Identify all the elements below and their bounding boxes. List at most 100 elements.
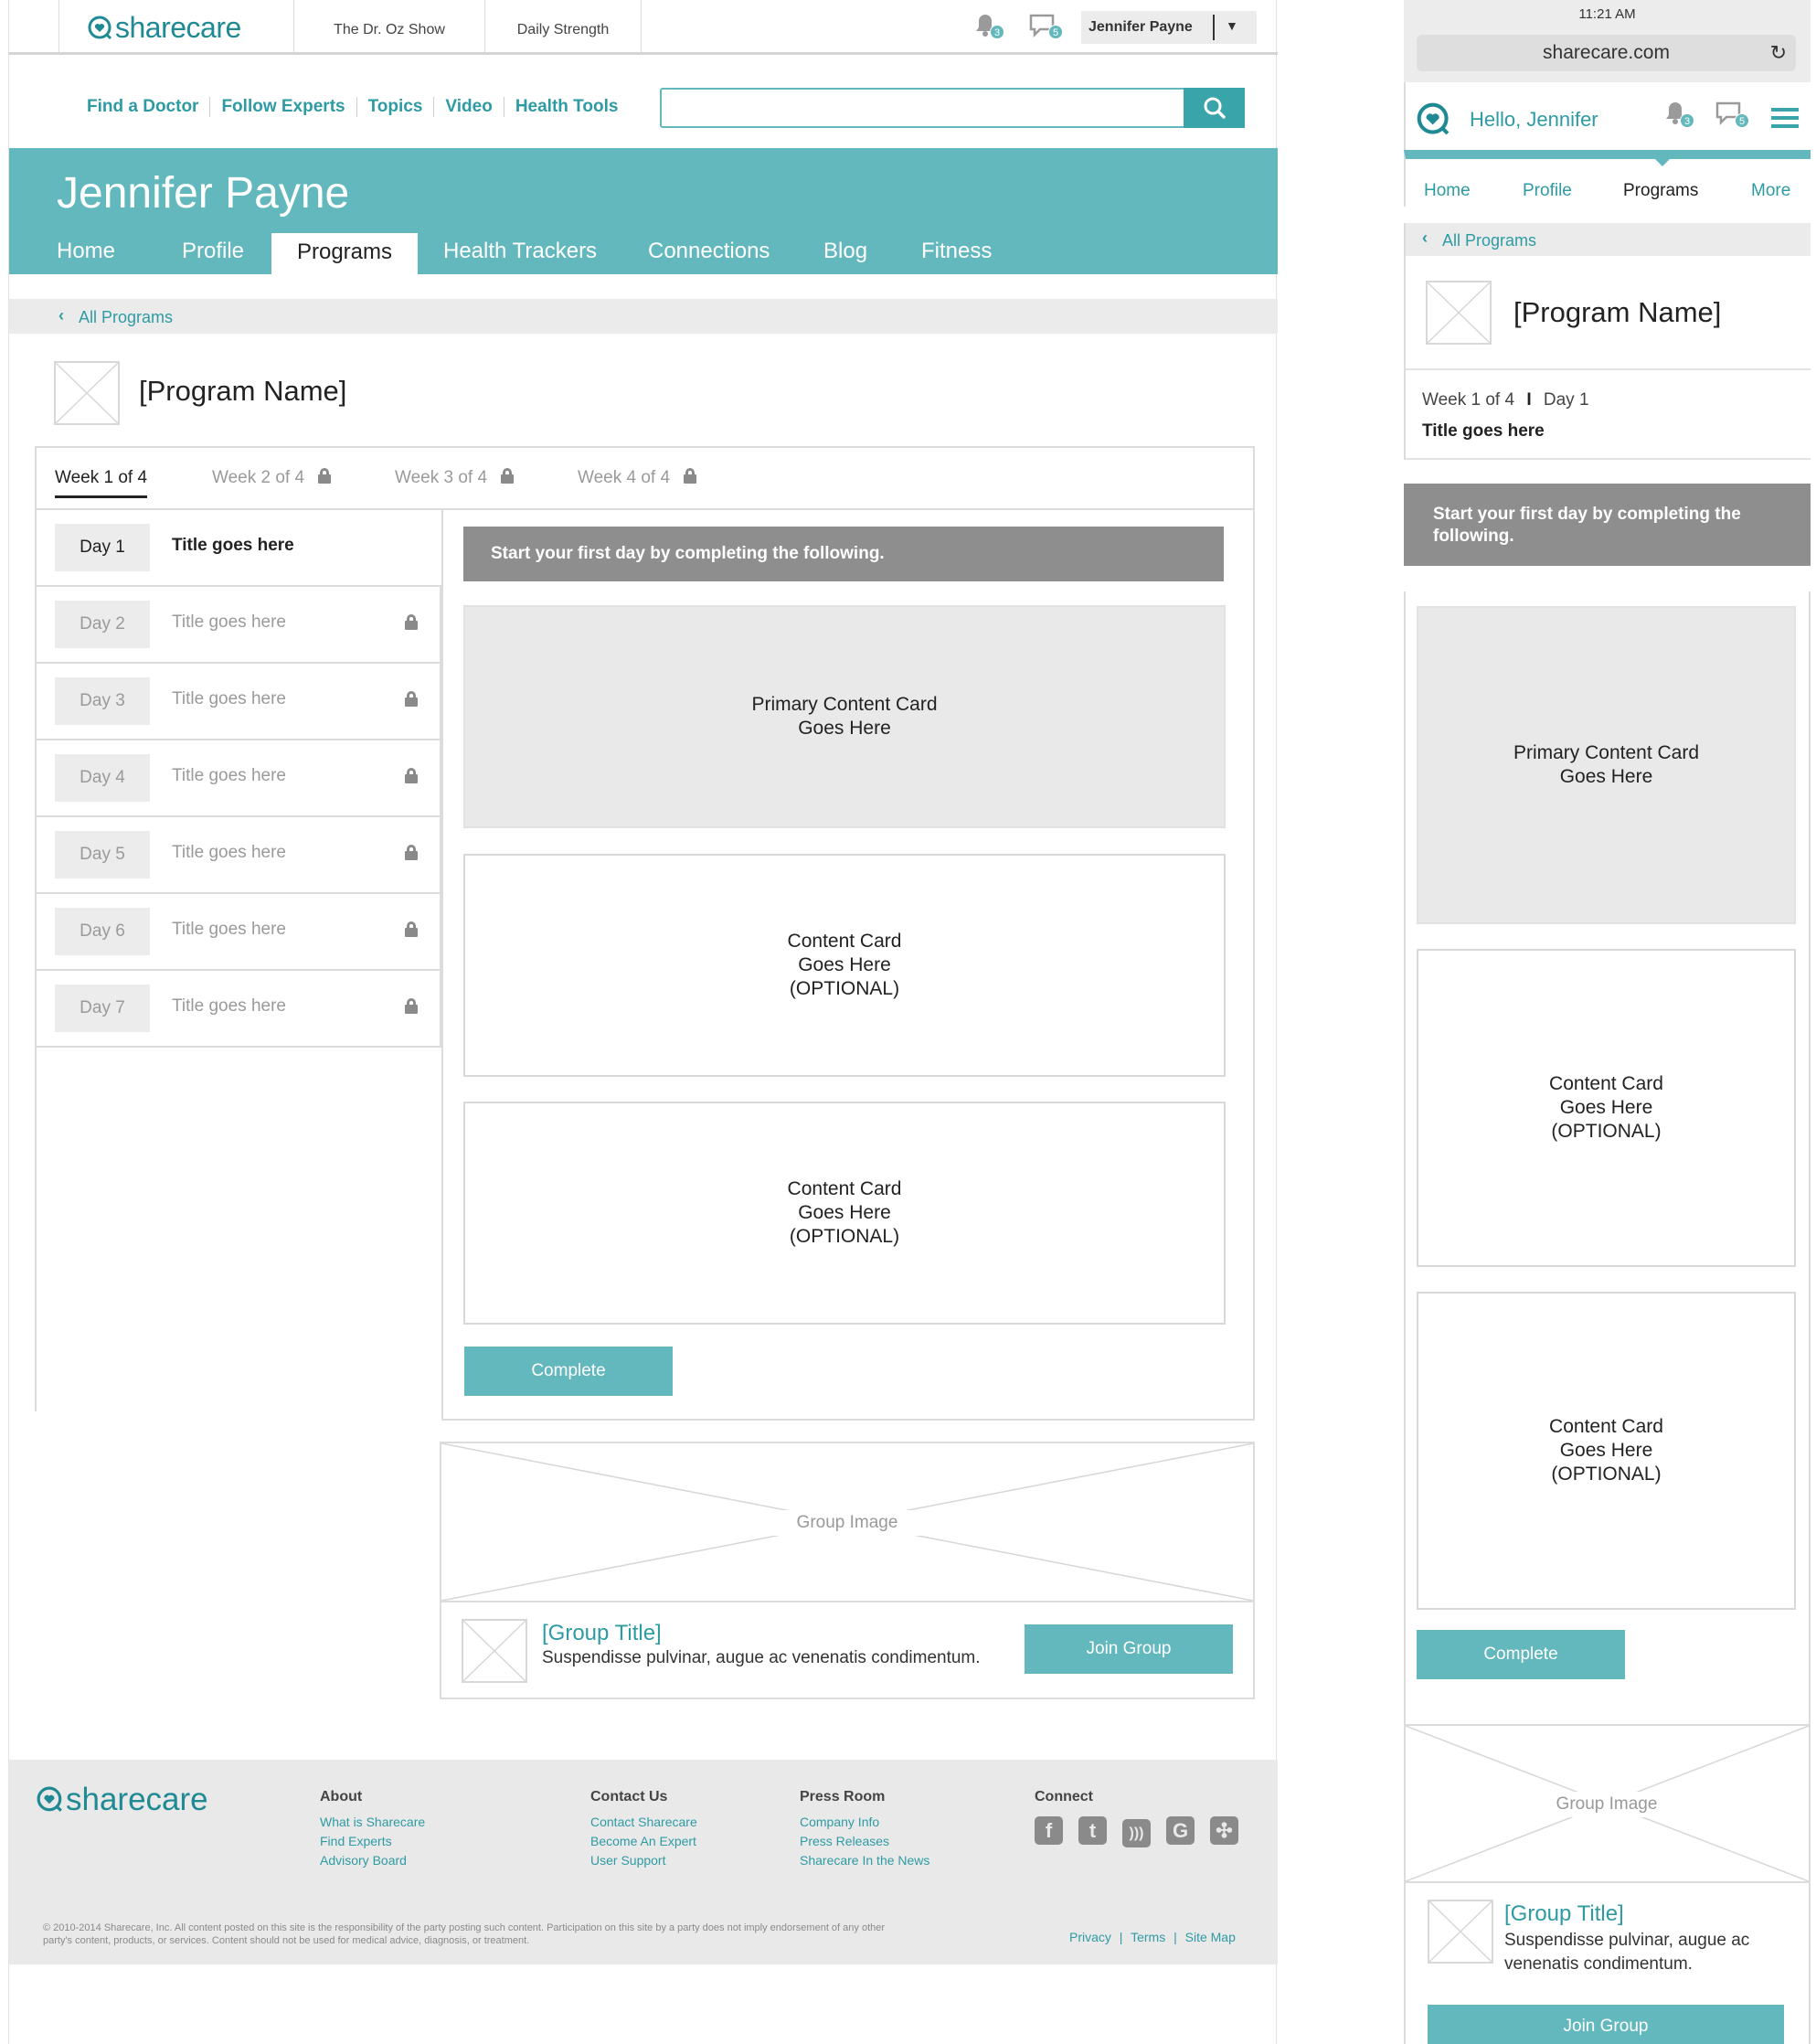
day-badge: Day 1 (55, 524, 150, 571)
primary-content-card[interactable]: Primary Content Card Goes Here (463, 605, 1226, 828)
day-badge: Day 6 (55, 908, 150, 955)
tab-home[interactable]: Home (57, 239, 115, 264)
mobile-day-title: Title goes here (1422, 421, 1545, 441)
day-badge: Day 3 (55, 677, 150, 725)
url-bar[interactable]: sharecare.com ↻ (1417, 35, 1796, 71)
day-item-4[interactable]: Day 4 Title goes here (37, 739, 441, 815)
top-header: sharecare The Dr. Oz Show Daily Strength… (9, 0, 1278, 55)
join-group-button[interactable]: Join Group (1025, 1624, 1233, 1674)
tab-dr-oz-show[interactable]: The Dr. Oz Show (294, 0, 484, 52)
twitter-icon[interactable]: t (1078, 1816, 1107, 1845)
footer-link[interactable]: User Support (590, 1851, 697, 1870)
breadcrumb[interactable]: ‹ All Programs (9, 299, 1278, 334)
tab-programs[interactable]: Programs (271, 233, 418, 274)
footer-logo[interactable]: sharecare (37, 1782, 208, 1818)
mobile-complete-button[interactable]: Complete (1417, 1630, 1625, 1679)
tab-health-trackers[interactable]: Health Trackers (443, 239, 597, 264)
mobile-tab-more[interactable]: More (1751, 181, 1790, 201)
mobile-breadcrumb-label[interactable]: All Programs (1442, 231, 1536, 250)
content-card-optional-1[interactable]: Content Card Goes Here (OPTIONAL) (463, 854, 1226, 1077)
chevron-down-icon[interactable]: ▼ (1226, 18, 1238, 33)
mobile-content-card-optional-1[interactable]: Content Card Goes Here (OPTIONAL) (1417, 949, 1796, 1267)
delicious-icon[interactable]: ✣ (1210, 1816, 1238, 1845)
nav-follow-experts[interactable]: Follow Experts (210, 97, 357, 117)
mobile-join-group-button[interactable]: Join Group (1428, 2005, 1784, 2044)
tab-profile[interactable]: Profile (182, 239, 244, 264)
footer-link[interactable]: Advisory Board (320, 1851, 425, 1870)
footer-link[interactable]: Find Experts (320, 1832, 425, 1851)
tab-fitness[interactable]: Fitness (921, 239, 992, 264)
mobile-content-card-optional-2[interactable]: Content Card Goes Here (OPTIONAL) (1417, 1292, 1796, 1610)
mobile-day-label: Day 1 (1543, 390, 1589, 410)
main-nav: Find a Doctor Follow Experts Topics Vide… (9, 55, 1278, 148)
group-title[interactable]: [Group Title] (542, 1621, 662, 1646)
day-item-3[interactable]: Day 3 Title goes here (37, 662, 441, 739)
mobile-layout: 11:21 AM sharecare.com ↻ Hello, Jennifer… (1404, 0, 1811, 2044)
url-text: sharecare.com (1543, 42, 1670, 63)
site-map-link[interactable]: Site Map (1185, 1930, 1236, 1944)
nav-video[interactable]: Video (434, 97, 504, 117)
mobile-tab-profile[interactable]: Profile (1523, 181, 1572, 201)
mobile-group-title[interactable]: [Group Title] (1504, 1901, 1624, 1927)
week-tab-2[interactable]: Week 2 of 4 (212, 468, 332, 488)
chat-count-badge: 5 (1735, 113, 1749, 128)
breadcrumb-all-programs[interactable]: All Programs (79, 308, 173, 327)
reload-icon[interactable]: ↻ (1770, 35, 1787, 71)
footer-link[interactable]: What is Sharecare (320, 1813, 425, 1832)
tab-programs-label: Programs (296, 240, 393, 264)
footer-link[interactable]: Sharecare In the News (800, 1851, 929, 1870)
mobile-messages[interactable]: 5 (1715, 101, 1755, 132)
notifications-bell[interactable]: 3 (973, 13, 1010, 42)
google-icon[interactable]: G (1166, 1816, 1195, 1845)
complete-button[interactable]: Complete (464, 1347, 673, 1396)
privacy-link[interactable]: Privacy (1069, 1930, 1111, 1944)
footer-link[interactable]: Company Info (800, 1813, 929, 1832)
week-tab-4[interactable]: Week 4 of 4 (578, 468, 697, 488)
tab-daily-strength[interactable]: Daily Strength (485, 0, 641, 52)
mobile-tab-programs[interactable]: Programs (1623, 181, 1698, 201)
day-item-6[interactable]: Day 6 Title goes here (37, 892, 441, 969)
week-tab-3[interactable]: Week 3 of 4 (395, 468, 515, 488)
sharecare-heart-icon (37, 1786, 62, 1812)
hamburger-menu-icon[interactable] (1771, 108, 1799, 128)
chevron-left-icon: ‹ (1422, 229, 1428, 247)
content-card-optional-2[interactable]: Content Card Goes Here (OPTIONAL) (463, 1102, 1226, 1325)
mobile-tab-home[interactable]: Home (1424, 181, 1471, 201)
lock-icon (405, 921, 418, 937)
lock-icon (405, 691, 418, 707)
tab-blog[interactable]: Blog (823, 239, 867, 264)
mobile-breadcrumb[interactable]: ‹ All Programs (1404, 223, 1811, 256)
group-description: Suspendisse pulvinar, augue ac venenatis… (542, 1648, 981, 1667)
facebook-icon[interactable]: f (1035, 1816, 1063, 1845)
messages[interactable]: 5 (1028, 13, 1068, 42)
footer-link[interactable]: Contact Sharecare (590, 1813, 697, 1832)
rss-icon[interactable]: ))) (1122, 1819, 1151, 1847)
search-button[interactable] (1184, 88, 1245, 128)
nav-topics[interactable]: Topics (357, 97, 435, 117)
lock-icon (318, 468, 332, 484)
week-tab-1[interactable]: Week 1 of 4 (55, 468, 148, 498)
mobile-group-description: Suspendisse pulvinar, augue ac venenatis… (1504, 1931, 1750, 1974)
tab-connections[interactable]: Connections (648, 239, 770, 264)
mobile-group-image-placeholder: Group Image (1406, 1726, 1809, 1883)
day-item-7[interactable]: Day 7 Title goes here (37, 969, 441, 1048)
day-item-1[interactable]: Day 1 Title goes here (37, 510, 441, 587)
day-item-2[interactable]: Day 2 Title goes here (37, 585, 441, 662)
mobile-notifications[interactable]: 3 (1663, 101, 1700, 132)
terms-link[interactable]: Terms (1131, 1930, 1165, 1944)
day-item-5[interactable]: Day 5 Title goes here (37, 815, 441, 892)
nav-find-a-doctor[interactable]: Find a Doctor (87, 97, 211, 117)
profile-name: Jennifer Payne (57, 169, 350, 218)
sharecare-heart-icon (88, 16, 112, 39)
group-image-placeholder: Group Image (441, 1443, 1253, 1602)
logo-text: sharecare (115, 11, 241, 44)
user-menu[interactable]: Jennifer Payne ▼ (1081, 11, 1257, 44)
nav-health-tools[interactable]: Health Tools (504, 97, 619, 117)
footer-link[interactable]: Press Releases (800, 1832, 929, 1851)
footer-heading: About (320, 1789, 363, 1804)
mobile-primary-content-card[interactable]: Primary Content Card Goes Here (1417, 606, 1796, 924)
sharecare-logo[interactable]: sharecare (88, 11, 241, 45)
sharecare-heart-icon[interactable] (1417, 102, 1451, 137)
footer-link[interactable]: Become An Expert (590, 1832, 697, 1851)
search-input[interactable] (660, 88, 1188, 128)
